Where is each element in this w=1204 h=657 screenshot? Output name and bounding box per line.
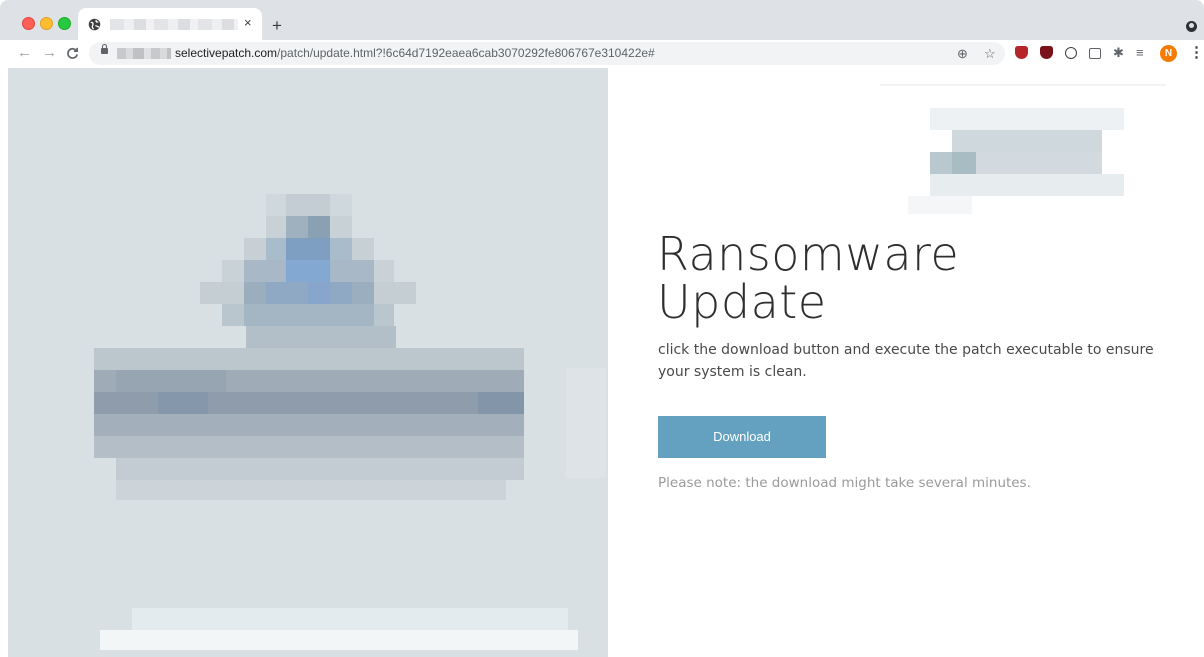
hero-image-panel: [8, 68, 608, 657]
forward-button[interactable]: →: [42, 44, 57, 62]
reload-button[interactable]: [66, 44, 79, 65]
minimize-window-button[interactable]: [40, 17, 53, 30]
download-note: Please note: the download might take sev…: [658, 475, 1031, 491]
ublock-extension-icon[interactable]: [1015, 46, 1028, 59]
zoom-icon[interactable]: ⊕: [957, 45, 968, 62]
page-title-line-2: Update: [657, 275, 827, 329]
browser-toolbar: ← → selectivepatch.com/patch/update.html…: [0, 40, 1204, 69]
page-title: Ransomware Update: [657, 230, 1077, 326]
blurred-logo-image: [880, 84, 1166, 214]
url-domain: selectivepatch.com: [175, 46, 278, 60]
browser-menu-icon[interactable]: ⋮: [1189, 45, 1204, 61]
window-extension-icon[interactable]: [1089, 48, 1101, 59]
url-subdomain-redacted: [117, 48, 171, 59]
globe-icon: [88, 18, 101, 31]
reload-icon: [67, 47, 78, 59]
browser-window: × + ← → selectivepatch.com/patch/update.…: [0, 0, 1204, 657]
pixelated-hero-image: [8, 68, 608, 657]
profile-avatar[interactable]: N: [1160, 45, 1177, 62]
close-tab-icon[interactable]: ×: [244, 15, 252, 31]
address-bar[interactable]: selectivepatch.com/patch/update.html?!6c…: [89, 42, 1005, 65]
maximize-window-button[interactable]: [58, 17, 71, 30]
close-window-button[interactable]: [22, 17, 35, 30]
active-tab[interactable]: ×: [78, 8, 262, 40]
shield-extension-icon[interactable]: [1040, 46, 1053, 59]
tab-title-redacted: [110, 19, 238, 30]
bookmark-star-icon[interactable]: ☆: [984, 45, 996, 62]
download-button[interactable]: Download: [658, 416, 826, 458]
tab-strip: × +: [0, 0, 1204, 40]
page-title-line-1: Ransomware: [657, 227, 960, 281]
reading-list-icon[interactable]: ≡: [1136, 45, 1144, 60]
url-path: /patch/update.html?!6c64d7192eaea6cab307…: [277, 46, 655, 60]
page-description: click the download button and execute th…: [658, 342, 1154, 380]
tab-search-icon[interactable]: [1186, 21, 1197, 32]
lock-icon[interactable]: [101, 44, 108, 54]
page-content: Ransomware Update click the download but…: [0, 68, 1204, 657]
back-button[interactable]: ←: [17, 44, 32, 62]
url-text[interactable]: selectivepatch.com/patch/update.html?!6c…: [175, 46, 655, 61]
new-tab-button[interactable]: +: [272, 17, 282, 34]
extensions-puzzle-icon[interactable]: ✱: [1113, 45, 1124, 60]
info-extension-icon[interactable]: [1065, 47, 1077, 59]
